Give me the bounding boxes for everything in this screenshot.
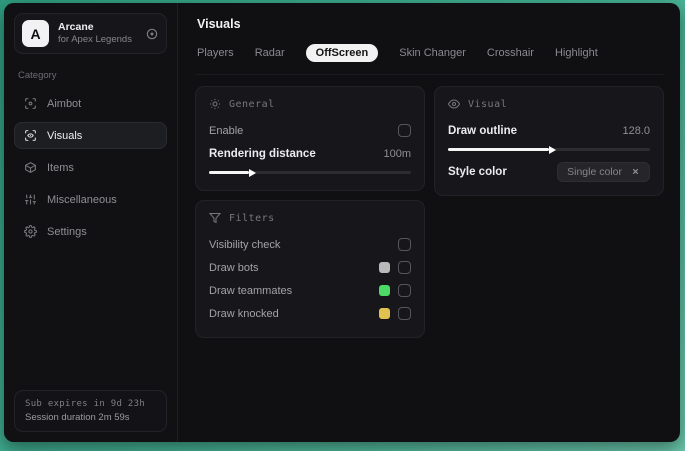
tab-highlight[interactable]: Highlight	[555, 47, 598, 59]
tab-crosshair[interactable]: Crosshair	[487, 47, 534, 59]
tab-offscreen[interactable]: OffScreen	[305, 44, 379, 62]
tab-players[interactable]: Players	[197, 47, 234, 59]
panel-title: Visual	[468, 98, 508, 110]
sliders-icon	[24, 193, 37, 206]
visibility-check-label: Visibility check	[209, 238, 281, 251]
slider-thumb[interactable]	[249, 168, 257, 177]
main-area: Visuals Players Radar OffScreen Skin Cha…	[178, 3, 680, 442]
rendering-distance-slider[interactable]	[209, 168, 411, 177]
draw-knocked-color-swatch[interactable]	[379, 308, 390, 319]
panel-general: General Enable Rendering distance 100m	[195, 86, 425, 191]
slider-thumb[interactable]	[549, 145, 556, 154]
sidebar-item-aimbot[interactable]: Aimbot	[14, 90, 167, 117]
rendering-distance-value: 100m	[383, 147, 411, 160]
sidebar-item-settings[interactable]: Settings	[14, 218, 167, 245]
clear-icon[interactable]	[631, 167, 640, 176]
session-info-card: Sub expires in 9d 23h Session duration 2…	[14, 390, 167, 432]
draw-outline-label: Draw outline	[448, 124, 518, 137]
style-color-select[interactable]: Single color	[557, 161, 650, 182]
slider-fill	[448, 148, 549, 151]
sidebar-item-miscellaneous[interactable]: Miscellaneous	[14, 186, 167, 213]
style-color-value: Single color	[567, 165, 622, 178]
draw-outline-slider[interactable]	[448, 145, 650, 154]
draw-bots-checkbox[interactable]	[398, 261, 411, 274]
rendering-distance-label: Rendering distance	[209, 147, 316, 160]
draw-bots-label: Draw bots	[209, 261, 259, 274]
sun-icon	[209, 98, 221, 110]
draw-bots-row: Draw bots	[209, 257, 411, 278]
enable-label: Enable	[209, 124, 244, 137]
tab-radar[interactable]: Radar	[255, 47, 285, 59]
draw-outline-value: 128.0	[622, 124, 650, 137]
sidebar-item-label: Aimbot	[47, 97, 82, 110]
category-label: Category	[18, 70, 57, 81]
draw-teammates-row: Draw teammates	[209, 280, 411, 301]
tab-bar: Players Radar OffScreen Skin Changer Cro…	[197, 44, 664, 62]
visibility-check-checkbox[interactable]	[398, 238, 411, 251]
page-title: Visuals	[197, 17, 241, 31]
sidebar-item-label: Visuals	[47, 129, 83, 142]
app-name: Arcane	[58, 21, 94, 33]
content-grid: General Enable Rendering distance 100m F…	[195, 86, 664, 338]
sidebar-item-items[interactable]: Items	[14, 154, 167, 181]
session-duration: Session duration 2m 59s	[25, 412, 130, 423]
app-window: A Arcane for Apex Legends Category Aimbo…	[4, 3, 680, 442]
sidebar-item-visuals[interactable]: Visuals	[14, 122, 167, 149]
draw-knocked-row: Draw knocked	[209, 303, 411, 324]
panel-filters: Filters Visibility check Draw bots Draw …	[195, 200, 425, 338]
app-subtitle: for Apex Legends	[58, 34, 132, 46]
slider-fill	[209, 171, 250, 174]
gear-icon	[24, 225, 37, 238]
draw-bots-color-swatch[interactable]	[379, 262, 390, 273]
draw-teammates-checkbox[interactable]	[398, 284, 411, 297]
enable-row: Enable	[209, 120, 411, 141]
app-header-card: A Arcane for Apex Legends	[14, 13, 167, 54]
box-icon	[24, 161, 37, 174]
sidebar-item-label: Miscellaneous	[47, 193, 117, 206]
panel-title: Filters	[229, 212, 275, 224]
sidebar-item-label: Settings	[47, 225, 87, 238]
draw-teammates-label: Draw teammates	[209, 284, 293, 297]
tab-skin-changer[interactable]: Skin Changer	[399, 47, 466, 59]
rendering-distance-row: Rendering distance 100m	[209, 143, 411, 164]
eye-icon	[448, 98, 460, 110]
sidebar: A Arcane for Apex Legends Category Aimbo…	[4, 3, 178, 442]
panel-visual: Visual Draw outline 128.0 Style color Si…	[434, 86, 664, 196]
draw-teammates-color-swatch[interactable]	[379, 285, 390, 296]
funnel-icon	[209, 212, 221, 224]
draw-knocked-label: Draw knocked	[209, 307, 279, 320]
subscription-expiry: Sub expires in 9d 23h	[25, 399, 146, 409]
app-logo: A	[22, 20, 49, 47]
enable-checkbox[interactable]	[398, 124, 411, 137]
style-color-label: Style color	[448, 165, 507, 178]
draw-knocked-checkbox[interactable]	[398, 307, 411, 320]
eye-scan-icon	[24, 129, 37, 142]
crosshair-icon	[24, 97, 37, 110]
panel-title: General	[229, 98, 275, 110]
draw-outline-row: Draw outline 128.0	[448, 120, 650, 141]
target-icon[interactable]	[145, 27, 159, 41]
visibility-check-row: Visibility check	[209, 234, 411, 255]
style-color-row: Style color Single color	[448, 161, 650, 182]
sidebar-item-label: Items	[47, 161, 74, 174]
main-header: Visuals Players Radar OffScreen Skin Cha…	[195, 3, 664, 75]
